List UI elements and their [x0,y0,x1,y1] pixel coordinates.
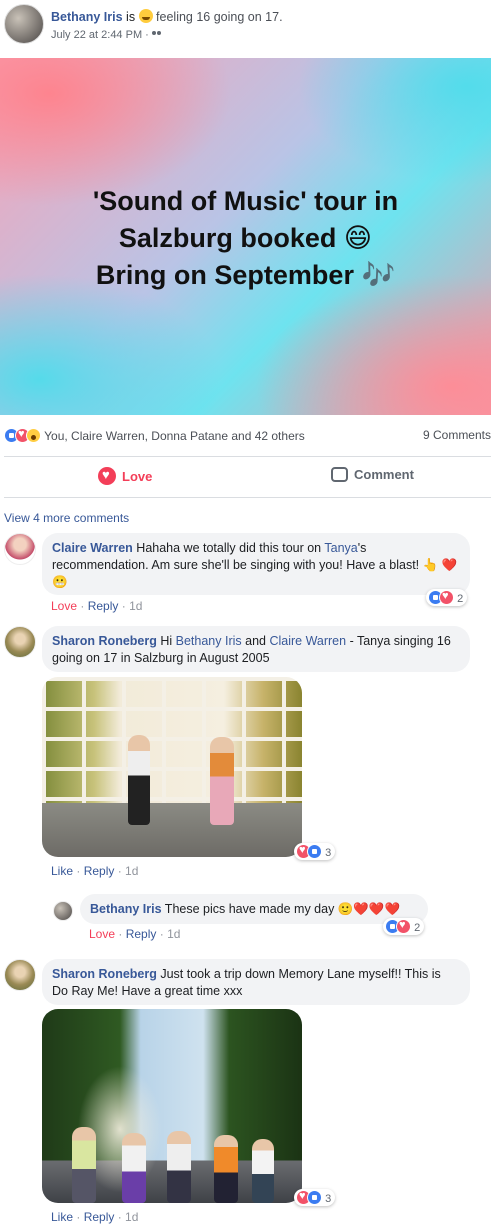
mention-link[interactable]: Tanya [324,541,357,555]
divider [4,456,491,457]
comment-reaction-count: 3 [325,1193,332,1205]
comment-reactions[interactable]: 2 [383,918,425,935]
post-meta: July 22 at 2:44 PM · [51,29,162,41]
comment-author-link[interactable]: Claire Warren [52,541,133,555]
photo-figure [252,1139,274,1203]
feeling-text: feeling 16 going on 17. [156,10,283,24]
comment-actions: Like · Reply · 1d [51,864,139,878]
like-reaction-icon [307,1190,322,1205]
banner-line-2: Salzburg booked 😄 [118,223,373,253]
reactions-summary[interactable]: You, Claire Warren, Donna Patane and 42 … [4,428,305,443]
comment-reaction-count: 2 [414,922,421,934]
comment-reaction-count: 2 [457,593,464,605]
post-header: Bethany Iris is feeling 16 going on 17. [51,9,283,24]
comment-text: and [241,634,270,648]
comment-bubble: Sharon Roneberg Just took a trip down Me… [42,959,470,1005]
comment-time[interactable]: 1d [167,927,180,941]
comment-reaction-count: 3 [325,847,332,859]
divider [4,497,491,498]
photo-figure [167,1131,191,1203]
comment-photo[interactable] [42,677,302,857]
is-text: is [126,10,136,24]
comment-time[interactable]: 1d [129,599,142,613]
author-avatar[interactable] [4,4,44,44]
photo-figure [210,737,234,825]
comment-reply-link[interactable]: Reply [84,1210,115,1224]
commenter-avatar[interactable] [4,533,36,565]
comment-reply-link[interactable]: Reply [88,599,119,613]
mention-link[interactable]: Claire Warren [269,634,346,648]
comment-author-link[interactable]: Sharon Roneberg [52,634,157,648]
comments-count-link[interactable]: 9 Comments [423,428,491,442]
post-timestamp[interactable]: July 22 at 2:44 PM · [51,29,149,41]
comment-like-link[interactable]: Like [51,864,73,878]
comment-love-link[interactable]: Love [89,927,115,941]
love-icon [98,467,116,485]
love-reaction-icon [439,590,454,605]
comment-reply-link[interactable]: Reply [126,927,157,941]
banner-text: 'Sound of Music' tour in Salzburg booked… [0,183,491,294]
comment-icon [331,467,348,482]
feeling-emoji-icon [138,9,153,23]
love-button[interactable]: Love [98,467,152,485]
wow-reaction-icon [26,428,41,443]
comment-reactions[interactable]: 3 [294,843,336,860]
comment-actions: Like · Reply · 1d [51,1210,139,1224]
friends-audience-icon[interactable] [151,31,162,39]
view-more-comments-link[interactable]: View 4 more comments [4,511,129,525]
comment-actions: Love · Reply · 1d [89,927,181,941]
mention-link[interactable]: Bethany Iris [176,634,242,648]
post-background-banner: 'Sound of Music' tour in Salzburg booked… [0,58,491,415]
comment-love-link[interactable]: Love [51,599,77,613]
comment-time[interactable]: 1d [125,1210,138,1224]
banner-line-3: Bring on September 🎶 [95,260,396,290]
reply-author-avatar[interactable] [53,901,73,921]
banner-line-1: 'Sound of Music' tour in [92,186,399,216]
photo-figure [122,1133,146,1203]
comment-actions: Love · Reply · 1d [51,599,143,613]
comment-text: Hahaha we totally did this tour on [132,541,325,555]
comment-text: Hi [156,634,176,648]
comment-reply-link[interactable]: Reply [84,864,115,878]
comment-photo[interactable] [42,1009,302,1203]
post-author-link[interactable]: Bethany Iris [51,10,123,24]
comment-reactions[interactable]: 3 [294,1189,336,1206]
photo-figure [72,1127,96,1203]
love-button-label: Love [122,469,153,484]
comment-button-label: Comment [354,467,414,482]
comment-author-link[interactable]: Bethany Iris [90,902,162,916]
comment-like-link[interactable]: Like [51,1210,73,1224]
reactions-summary-text: You, Claire Warren, Donna Patane and 42 … [44,429,305,443]
comment-bubble: Sharon Roneberg Hi Bethany Iris and Clai… [42,626,470,672]
love-reaction-icon [396,919,411,934]
comment-time[interactable]: 1d [125,864,138,878]
comment-reactions[interactable]: 2 [426,589,468,606]
comment-button[interactable]: Comment [331,467,414,482]
comment-text: These pics have made my day 🙂❤️❤️❤️ [161,902,401,916]
like-reaction-icon [307,844,322,859]
reply-bubble: Bethany Iris These pics have made my day… [80,894,428,924]
commenter-avatar[interactable] [4,959,36,991]
commenter-avatar[interactable] [4,626,36,658]
comment-bubble: Claire Warren Hahaha we totally did this… [42,533,470,595]
photo-figure [128,735,150,825]
photo-figure [214,1135,238,1203]
comment-author-link[interactable]: Sharon Roneberg [52,967,157,981]
